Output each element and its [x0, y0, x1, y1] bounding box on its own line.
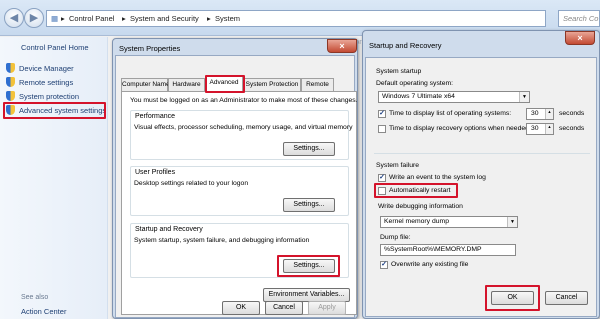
- forward-button[interactable]: ▶: [24, 8, 44, 28]
- shield-icon: [6, 91, 15, 101]
- separator: [374, 153, 590, 154]
- cancel-button[interactable]: Cancel: [265, 301, 303, 315]
- forward-arrow-icon: ▶: [29, 12, 39, 24]
- tab-remote[interactable]: Remote: [301, 78, 334, 91]
- user-profiles-group: User Profiles Desktop settings related t…: [130, 166, 349, 216]
- dropdown-arrow-icon: ▼: [519, 92, 529, 102]
- time-display-os-checkbox[interactable]: ✓: [378, 110, 386, 118]
- nav-device-manager[interactable]: Device Manager: [6, 63, 106, 76]
- user-profiles-settings-button[interactable]: Settings...: [283, 198, 335, 212]
- ok-button[interactable]: OK: [222, 301, 260, 315]
- group-description: Visual effects, processor scheduling, me…: [134, 124, 353, 131]
- time-display-os-spinner[interactable]: 30 ▲: [526, 108, 554, 120]
- control-panel-home-link[interactable]: Control Panel Home: [21, 43, 89, 52]
- back-arrow-icon: ◀: [9, 12, 19, 24]
- back-button[interactable]: ◀: [4, 8, 24, 28]
- close-button[interactable]: ×: [565, 31, 595, 45]
- dialog-body: System startup Default operating system:…: [365, 57, 597, 317]
- cancel-button[interactable]: Cancel: [545, 291, 588, 305]
- close-icon: ×: [577, 33, 583, 43]
- close-icon: ×: [339, 41, 345, 51]
- startup-recovery-dialog: Startup and Recovery × System startup De…: [362, 30, 600, 319]
- tab-computer-name[interactable]: Computer Name: [121, 78, 170, 91]
- overwrite-label: Overwrite any existing file: [391, 261, 469, 268]
- dump-file-input[interactable]: %SystemRoot%\MEMORY.DMP: [380, 244, 516, 256]
- dialog-title: System Properties: [119, 44, 181, 53]
- apply-button[interactable]: Apply: [308, 301, 346, 315]
- time-display-os-label: Time to display list of operating system…: [389, 110, 512, 117]
- default-os-select[interactable]: Windows 7 Ultimate x64 ▼: [378, 91, 530, 103]
- breadcrumb-arrow-icon: ▸: [61, 14, 65, 23]
- control-panel-root-icon: ▦: [51, 14, 59, 23]
- write-event-label: Write an event to the system log: [389, 174, 486, 181]
- tab-hardware[interactable]: Hardware: [168, 78, 205, 91]
- system-properties-dialog: System Properties × Computer Name Hardwa…: [112, 38, 358, 319]
- system-startup-heading: System startup: [376, 68, 422, 75]
- write-debug-heading: Write debugging information: [378, 203, 463, 210]
- default-os-label: Default operating system:: [376, 80, 454, 87]
- select-value: Windows 7 Ultimate x64: [382, 93, 455, 100]
- spinner-value: 30: [531, 125, 539, 132]
- highlight-auto-restart: [374, 183, 458, 198]
- overwrite-checkbox[interactable]: ✓: [380, 261, 388, 269]
- nav-label: System protection: [19, 92, 80, 101]
- close-button[interactable]: ×: [327, 39, 357, 53]
- see-also-heading: See also: [21, 294, 49, 301]
- dump-file-label: Dump file:: [380, 234, 411, 241]
- seconds-label: seconds: [559, 125, 585, 132]
- group-title: Startup and Recovery: [134, 226, 204, 233]
- breadcrumb-control-panel[interactable]: Control Panel: [69, 14, 114, 23]
- dropdown-arrow-icon: ▼: [507, 217, 517, 227]
- highlight-advanced-settings: [3, 102, 106, 119]
- admin-note: You must be logged on as an Administrato…: [130, 97, 358, 104]
- highlight-startup-settings: [277, 255, 340, 277]
- action-center-link[interactable]: Action Center: [21, 307, 66, 316]
- nav-label: Remote settings: [19, 78, 74, 87]
- performance-group: Performance Visual effects, processor sc…: [130, 110, 353, 160]
- spinner-value: 30: [531, 110, 539, 117]
- breadcrumb-system[interactable]: System: [215, 14, 240, 23]
- time-display-recovery-checkbox[interactable]: [378, 125, 386, 133]
- breadcrumb-system-security[interactable]: System and Security: [130, 14, 199, 23]
- group-title: User Profiles: [134, 169, 177, 176]
- breadcrumb-arrow-icon: ▸: [207, 14, 211, 23]
- dialog-title: Startup and Recovery: [369, 41, 442, 50]
- search-placeholder: Search Co: [563, 14, 599, 23]
- search-input[interactable]: Search Co: [558, 10, 600, 27]
- startup-recovery-group: Startup and Recovery System startup, sys…: [130, 223, 349, 278]
- shield-icon: [6, 63, 15, 73]
- highlight-advanced-tab: [205, 75, 245, 93]
- spinner-arrows-icon[interactable]: ▲: [545, 124, 553, 134]
- highlight-ok-button: [485, 285, 540, 311]
- time-display-recovery-label: Time to display recovery options when ne…: [389, 125, 531, 132]
- system-failure-heading: System failure: [376, 162, 420, 169]
- group-title: Performance: [134, 113, 177, 120]
- group-description: System startup, system failure, and debu…: [134, 237, 310, 244]
- address-bar[interactable]: ▦ ▸ Control Panel ▸ System and Security …: [46, 10, 546, 27]
- group-description: Desktop settings related to your logon: [134, 180, 249, 187]
- shield-icon: [6, 77, 15, 87]
- breadcrumb-arrow-icon: ▸: [122, 14, 126, 23]
- write-event-checkbox[interactable]: ✓: [378, 174, 386, 182]
- environment-variables-button[interactable]: Environment Variables...: [263, 288, 350, 302]
- time-display-recovery-spinner[interactable]: 30 ▲: [526, 123, 554, 135]
- select-value: Kernel memory dump: [384, 218, 449, 225]
- debug-type-select[interactable]: Kernel memory dump ▼: [380, 216, 518, 228]
- advanced-tab-page: You must be logged on as an Administrato…: [121, 91, 358, 315]
- spinner-arrows-icon[interactable]: ▲: [545, 109, 553, 119]
- seconds-label: seconds: [559, 110, 585, 117]
- performance-settings-button[interactable]: Settings...: [283, 142, 335, 156]
- tab-system-protection[interactable]: System Protection: [243, 78, 301, 91]
- left-nav-pane: Control Panel Home Device Manager Remote…: [0, 37, 108, 319]
- nav-label: Device Manager: [19, 64, 74, 73]
- dialog-body: Computer Name Hardware Advanced System P…: [115, 55, 358, 318]
- nav-remote-settings[interactable]: Remote settings: [6, 77, 106, 90]
